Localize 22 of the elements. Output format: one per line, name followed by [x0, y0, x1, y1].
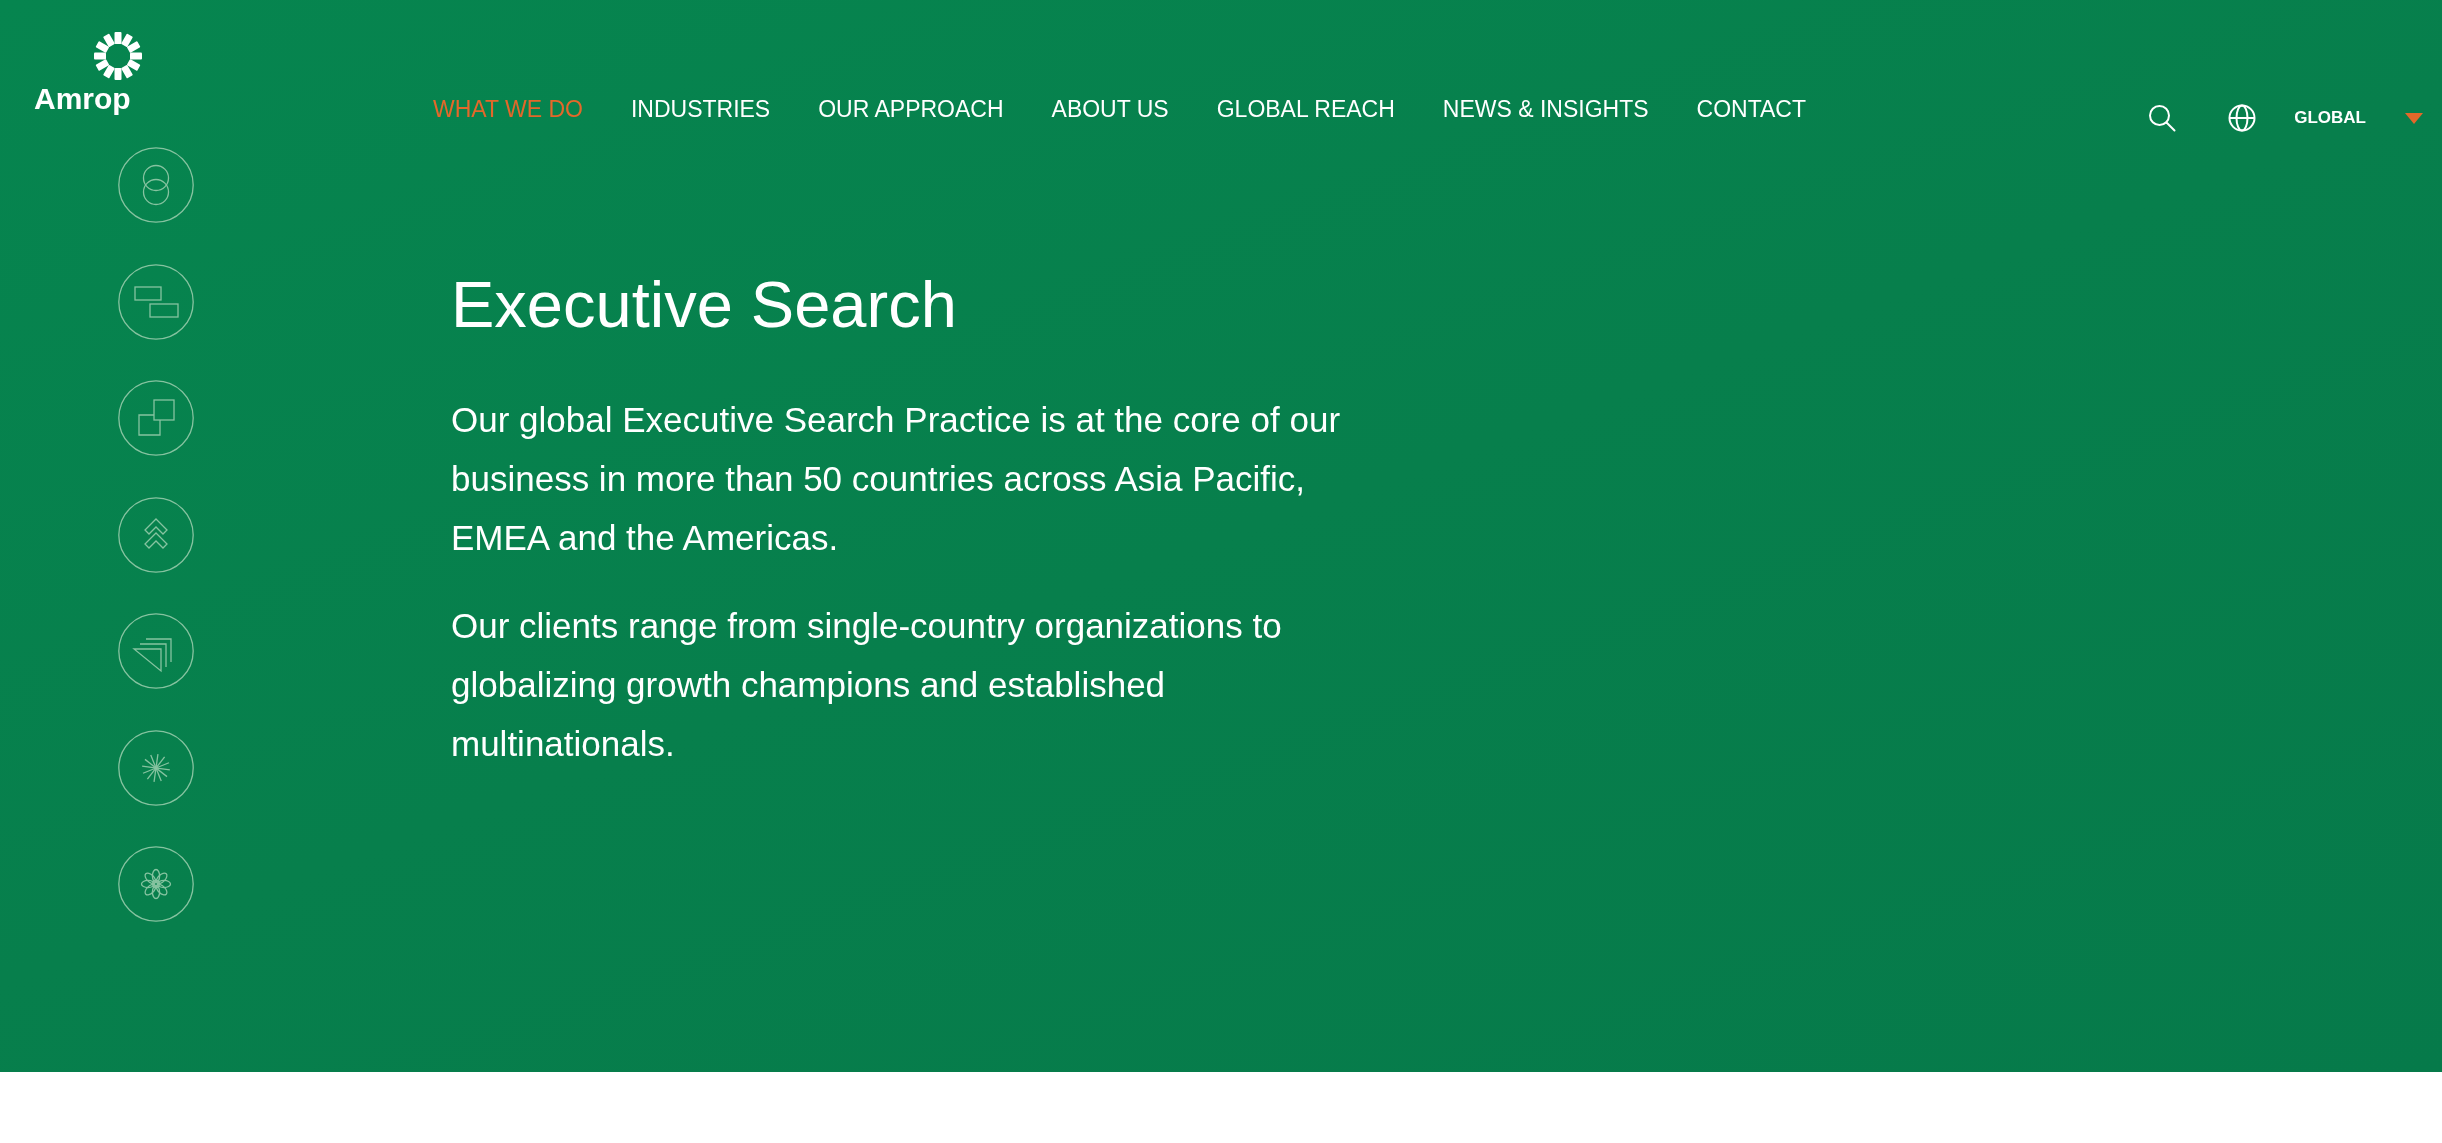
search-icon[interactable]	[2148, 104, 2177, 132]
nav-link[interactable]: OUR APPROACH	[818, 94, 1004, 124]
chevrons-icon[interactable]	[118, 496, 194, 573]
overlapping-squares-icon[interactable]	[118, 380, 194, 456]
flower-icon[interactable]	[118, 846, 194, 922]
nav-link[interactable]: INDUSTRIES	[630, 94, 771, 124]
sunburst-logo-icon[interactable]	[93, 31, 143, 81]
caret-icon	[2405, 112, 2423, 124]
nested-triangles-icon[interactable]	[118, 613, 194, 689]
hero-paragraph: Our clients range from single-country organizations to globalizing growth champions and established multinationals.	[451, 605, 1283, 765]
logo-wordmark[interactable]: Amrop	[34, 84, 131, 114]
nav-link[interactable]: CONTACT	[1696, 94, 1806, 124]
nav-link[interactable]: NEWS & INSIGHTS	[1442, 94, 1649, 124]
nav-link[interactable]: GLOBAL REACH	[1216, 94, 1395, 124]
globe-icon[interactable]	[2228, 104, 2257, 132]
offset-rectangles-icon[interactable]	[118, 263, 194, 340]
nav-link[interactable]: ABOUT US	[1051, 94, 1169, 124]
hero-paragraph: Our global Executive Search Practice is at the core of our business in more than 50 countries across Asia Pacific, EMEA and the Americas.	[451, 399, 1342, 559]
hero-title: Executive Search	[451, 267, 958, 343]
starburst-icon[interactable]	[118, 729, 194, 806]
overlapping-circles-icon[interactable]	[118, 147, 194, 223]
region-selector[interactable]: GLOBAL	[2294, 103, 2423, 133]
